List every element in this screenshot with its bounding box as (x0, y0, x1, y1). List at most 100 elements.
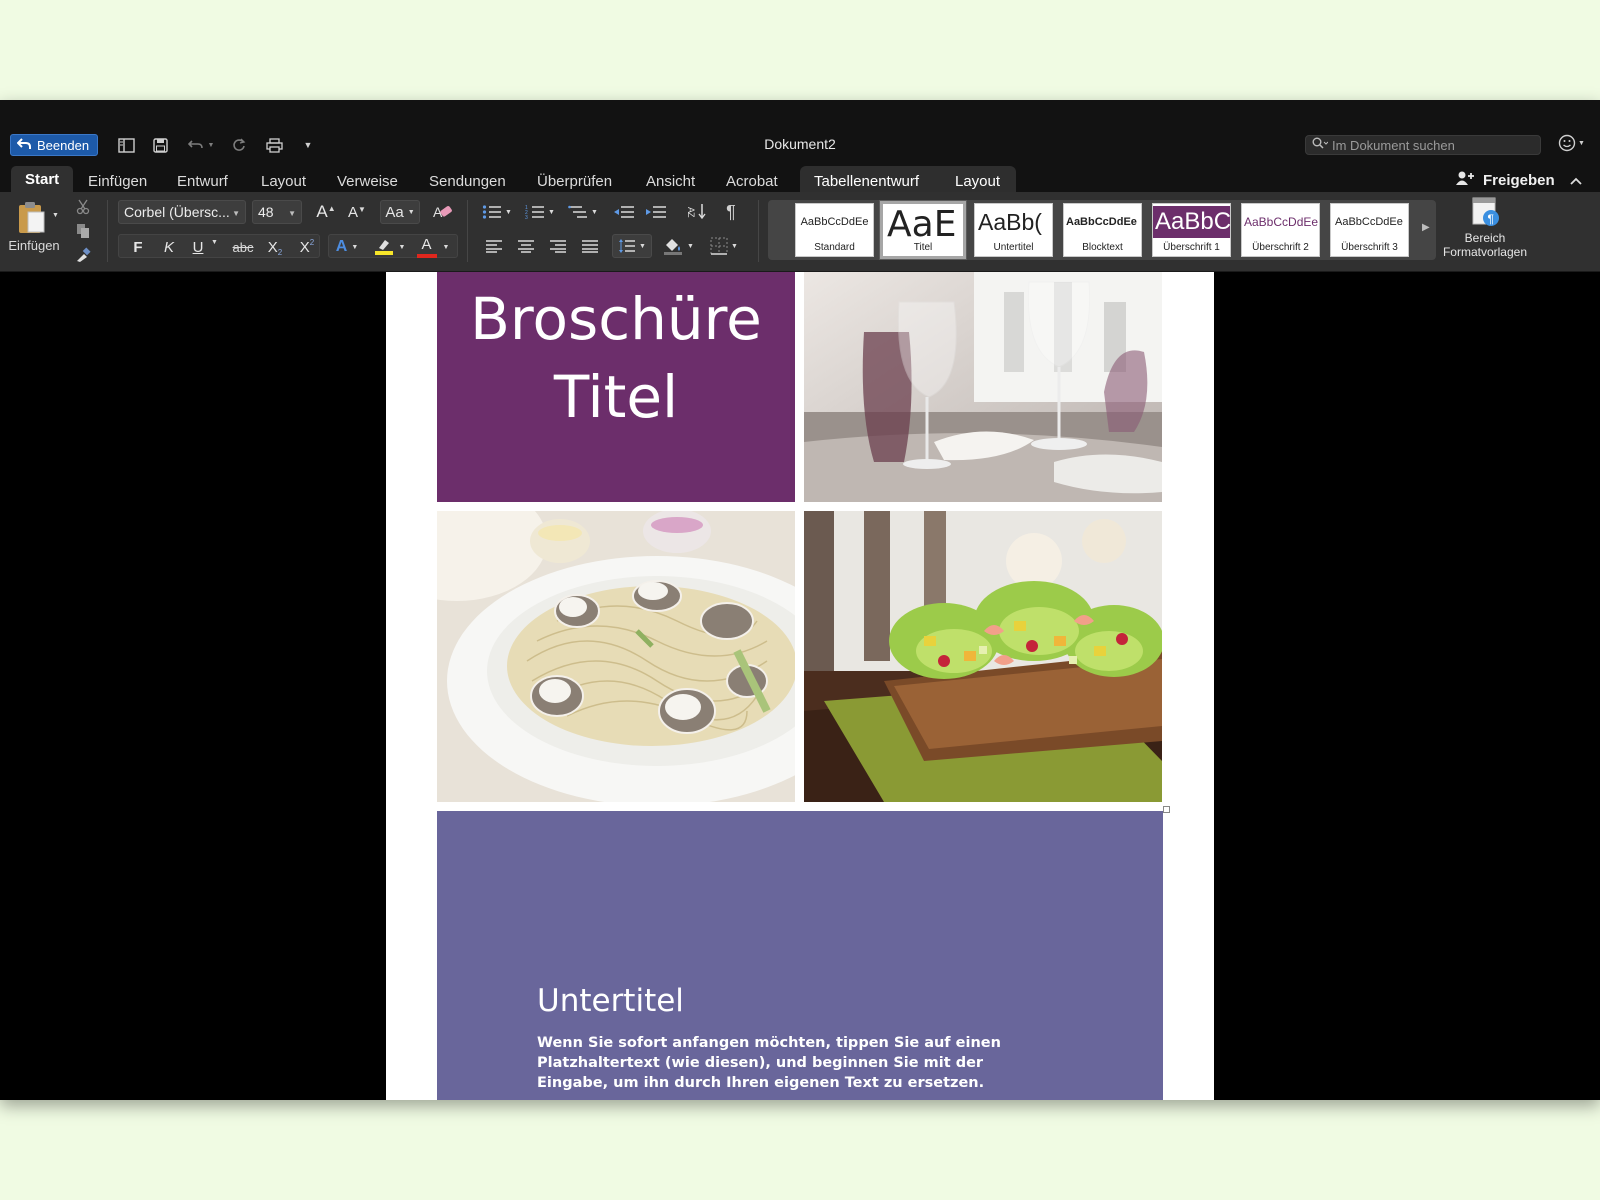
align-center-icon[interactable] (512, 234, 540, 258)
borders-button[interactable]: ▼ (704, 234, 744, 258)
paste-dropdown-icon[interactable]: ▼ (52, 212, 59, 219)
salad-image (804, 511, 1162, 802)
justify-icon[interactable] (576, 234, 604, 258)
styles-pane-label-1: Bereich (1464, 231, 1506, 245)
sidebar-toggle-icon[interactable] (116, 134, 136, 156)
placeholder-body-text[interactable]: Wenn Sie sofort anfangen möchten, tippen… (537, 1033, 1057, 1093)
styles-more-icon[interactable]: ▶ (1422, 222, 1430, 233)
increase-indent-icon[interactable] (642, 200, 670, 224)
shading-button[interactable]: ▼ (658, 234, 698, 258)
text-effects-button[interactable]: A ▼ (334, 235, 360, 259)
line-spacing-button[interactable]: ▼ (612, 234, 652, 258)
wine-glasses-image (804, 272, 1162, 502)
ribbon-start: ▼ Einfügen Corbel (Übersc... ▼ 48 ▼ A ▲ A… (0, 192, 1600, 272)
tab-acrobat[interactable]: Acrobat (724, 170, 780, 192)
strikethrough-button[interactable]: abc (228, 235, 258, 259)
ribbon-separator (107, 200, 108, 262)
tab-ueberpruefen[interactable]: Überprüfen (535, 170, 614, 192)
ribbon-tabs: Start Einfügen Entwurf Layout Verweise S… (0, 166, 1600, 192)
align-right-icon[interactable] (544, 234, 572, 258)
svg-text:3: 3 (525, 215, 528, 220)
feedback-smiley-icon[interactable]: ▼ (1558, 134, 1585, 152)
style-ueberschrift-2[interactable]: AaBbCcDdEe Überschrift 2 (1241, 203, 1320, 257)
tab-tabellenentwurf[interactable]: Tabellenentwurf (812, 170, 921, 192)
font-name-box[interactable]: Corbel (Übersc... ▼ (118, 200, 246, 224)
subtitle-block[interactable]: Untertitel Wenn Sie sofort anfangen möch… (437, 811, 1163, 1100)
style-standard[interactable]: AaBbCcDdEe Standard (795, 203, 874, 257)
pasta-image (437, 511, 795, 802)
redo-icon[interactable] (229, 134, 249, 156)
style-sample: AaBbC (1153, 206, 1230, 238)
paste-icon[interactable] (12, 198, 50, 236)
tab-start[interactable]: Start (11, 166, 74, 192)
tab-layout[interactable]: Layout (259, 170, 308, 192)
brochure-subtitle[interactable]: Untertitel (537, 983, 684, 1019)
style-titel[interactable]: AaE Titel (879, 200, 967, 260)
photo-wine-glasses[interactable] (804, 272, 1162, 502)
style-untertitel[interactable]: AaBb( Untertitel (974, 203, 1053, 257)
table-resize-handle[interactable] (1163, 806, 1170, 813)
cut-icon[interactable] (74, 198, 92, 216)
sort-button[interactable]: AZ (682, 200, 710, 224)
quit-button[interactable]: Beenden (10, 134, 99, 156)
superscript-button[interactable]: X2 (294, 235, 320, 259)
collapse-ribbon-icon[interactable] (1570, 172, 1582, 190)
tab-entwurf[interactable]: Entwurf (175, 170, 230, 192)
quit-button-label: Beenden (37, 137, 90, 153)
style-sample: AaBb( (978, 208, 1042, 235)
bullets-button[interactable]: ▼ (478, 200, 516, 224)
italic-button[interactable]: K (157, 235, 181, 259)
tab-ansicht[interactable]: Ansicht (644, 170, 697, 192)
styles-pane-label-2: Formatvorlagen (1442, 245, 1528, 259)
save-icon[interactable] (150, 134, 170, 156)
print-icon[interactable] (263, 134, 285, 156)
style-ueberschrift-1[interactable]: AaBbC Überschrift 1 (1152, 203, 1231, 257)
numbering-button[interactable]: 123 ▼ (521, 200, 559, 224)
tab-verweise[interactable]: Verweise (335, 170, 400, 192)
tab-einfuegen[interactable]: Einfügen (86, 170, 149, 192)
undo-icon[interactable]: ▼ (183, 134, 219, 156)
style-blocktext[interactable]: AaBbCcDdEe Blocktext (1063, 203, 1142, 257)
show-formatting-button[interactable]: ¶ (718, 200, 744, 224)
style-name: Blocktext (1082, 242, 1123, 253)
photo-pasta[interactable] (437, 511, 795, 802)
brochure-title-line-2[interactable]: Titel (437, 358, 795, 436)
subscript-button[interactable]: X2 (262, 235, 288, 259)
superscript-letter: X (299, 238, 310, 256)
paste-label[interactable]: Einfügen (8, 238, 60, 253)
tab-sendungen[interactable]: Sendungen (427, 170, 508, 192)
title-block[interactable]: Broschüre Titel (437, 272, 795, 502)
font-color-button[interactable]: A ▼ (414, 234, 452, 260)
search-input[interactable] (1332, 137, 1522, 153)
copy-icon[interactable] (74, 222, 92, 240)
tab-table-layout[interactable]: Layout (953, 170, 1002, 192)
align-left-icon[interactable] (480, 234, 508, 258)
styles-pane-button[interactable]: ¶ Bereich Formatvorlagen (1440, 196, 1530, 259)
font-size-box[interactable]: 48 ▼ (252, 200, 302, 224)
shrink-font-button[interactable]: A ▼ (343, 201, 371, 223)
style-ueberschrift-3[interactable]: AaBbCcDdEe Überschrift 3 (1330, 203, 1409, 257)
change-case-button[interactable]: Aa ▼ (380, 200, 420, 224)
clear-formatting-icon[interactable]: A (430, 200, 456, 224)
styles-pane-icon: ¶ (1440, 196, 1530, 228)
document-canvas[interactable]: Broschüre Titel Untertitel Wenn Sie sofo… (0, 272, 1600, 1100)
grow-font-button[interactable]: A ▲ (312, 201, 340, 223)
grow-font-icon: A (316, 202, 328, 221)
format-painter-icon[interactable] (74, 246, 92, 264)
share-button[interactable]: Freigeben (1455, 170, 1555, 190)
underline-button[interactable]: U (187, 235, 209, 259)
highlight-button[interactable]: ▼ (370, 234, 408, 260)
photo-salad[interactable] (804, 511, 1162, 802)
text-effects-icon: A (335, 238, 348, 255)
font-size-value: 48 (258, 204, 274, 220)
bold-button[interactable]: F (126, 235, 150, 259)
style-name: Standard (814, 242, 855, 253)
document-search[interactable] (1305, 135, 1541, 155)
customize-toolbar-icon[interactable]: ▼ (300, 134, 316, 156)
underline-dropdown-icon[interactable]: ▼ (211, 239, 218, 246)
brochure-title-line-1[interactable]: Broschüre (437, 280, 795, 358)
multilevel-list-button[interactable]: ▼ (564, 200, 602, 224)
decrease-indent-icon[interactable] (610, 200, 638, 224)
document-page[interactable]: Broschüre Titel Untertitel Wenn Sie sofo… (386, 272, 1214, 1100)
title-bar: Beenden ▼ ▼ Dokument2 ▼ (0, 100, 1600, 170)
